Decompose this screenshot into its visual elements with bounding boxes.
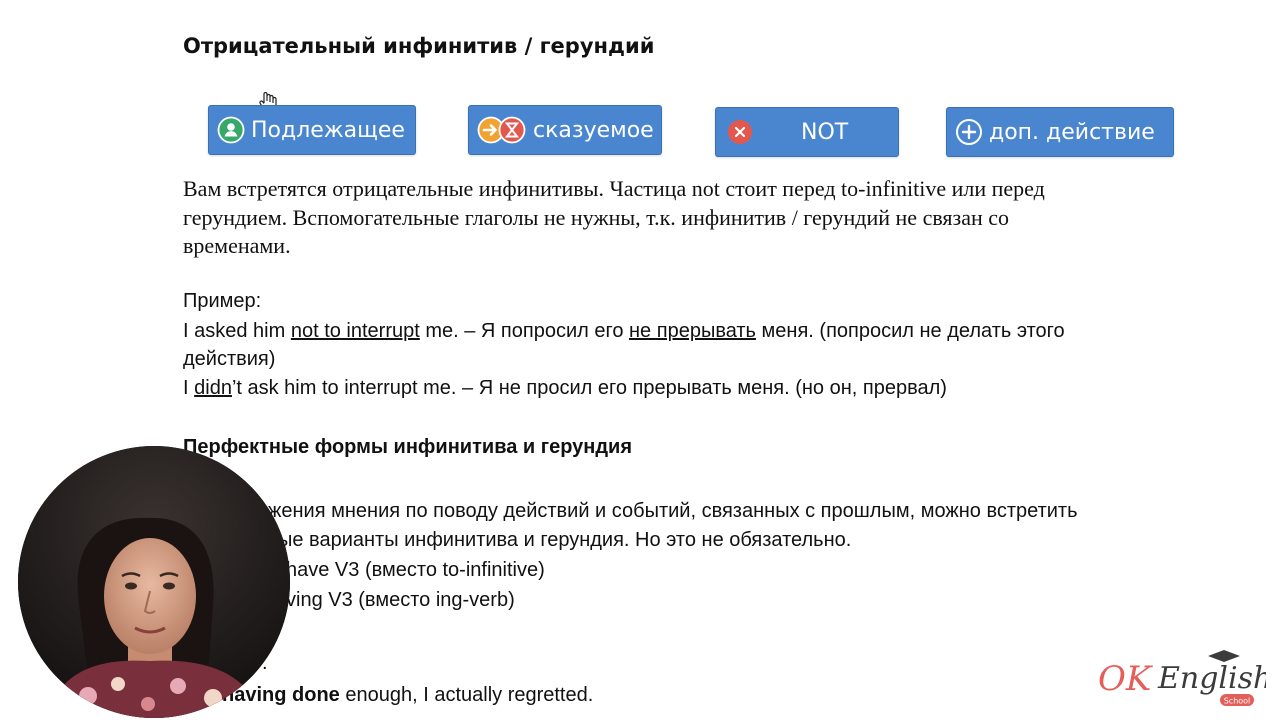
arrow-hourglass-icon	[477, 116, 527, 144]
logo-school-text: School	[1224, 697, 1251, 706]
example-sentence-1-cont: действия)	[183, 348, 276, 370]
plus-icon	[955, 118, 983, 146]
example-highlight: не прерывать	[629, 320, 756, 342]
logo-ok-text: OK	[1098, 659, 1154, 699]
example-sentence-2: I didn’t ask him to interrupt me. – Я не…	[183, 377, 947, 400]
subject-button-label: Подлежащее	[251, 117, 405, 143]
perfect-text-line: жения мнения по поводу действий и событи…	[268, 500, 1078, 522]
person-icon	[217, 116, 245, 144]
additional-action-button[interactable]: доп. действие	[946, 107, 1174, 157]
example-text: меня. (попросил не делать этого	[755, 320, 1065, 342]
webcam-video	[18, 446, 290, 718]
example-text: I asked him	[183, 320, 291, 342]
perfect-text-line: have V3 (вместо to-infinitive)	[286, 559, 545, 581]
presenter-image	[18, 446, 290, 718]
explanation-paragraph: Вам встретятся отрицательные инфинитивы.…	[183, 175, 1183, 261]
predicate-button[interactable]: сказуемое	[468, 105, 662, 155]
example-highlight: didn	[194, 377, 232, 399]
perfect-text-line: ving V3 (вместо ing-verb)	[286, 589, 515, 611]
not-button-label: NOT	[801, 119, 849, 145]
predicate-button-label: сказуемое	[533, 117, 654, 143]
perfect-text-line: ые варианты инфинитива и герундия. Но эт…	[278, 529, 852, 551]
subject-button[interactable]: Подлежащее	[208, 105, 416, 155]
not-button[interactable]: NOT	[715, 107, 899, 157]
section-heading: Перфектные формы инфинитива и герундия	[183, 436, 633, 458]
example-sentence-1: I asked him not to interrupt me. – Я поп…	[183, 320, 1065, 343]
example-text: enough, I actually regretted.	[339, 684, 594, 706]
logo-english-text: English	[1157, 661, 1266, 696]
last-example-line: having done enough, I actually regretted…	[222, 684, 593, 707]
example-highlight: not to interrupt	[290, 320, 420, 342]
paragraph-line: временами.	[183, 233, 291, 258]
ok-english-logo: OK English School	[1096, 648, 1272, 708]
example-text: I	[183, 377, 195, 399]
cross-icon	[727, 119, 753, 145]
example-text: me. – Я попросил его	[419, 320, 630, 342]
additional-action-button-label: доп. действие	[989, 119, 1155, 145]
example-label: Пример:	[183, 290, 262, 312]
example-text: ’t ask him to interrupt me. – Я не проси…	[231, 377, 947, 399]
page-title: Отрицательный инфинитив / герундий	[183, 34, 655, 58]
paragraph-line: Вам встретятся отрицательные инфинитивы.…	[183, 176, 1045, 201]
paragraph-line: герундием. Вспомогательные глаголы не ну…	[183, 204, 1010, 230]
